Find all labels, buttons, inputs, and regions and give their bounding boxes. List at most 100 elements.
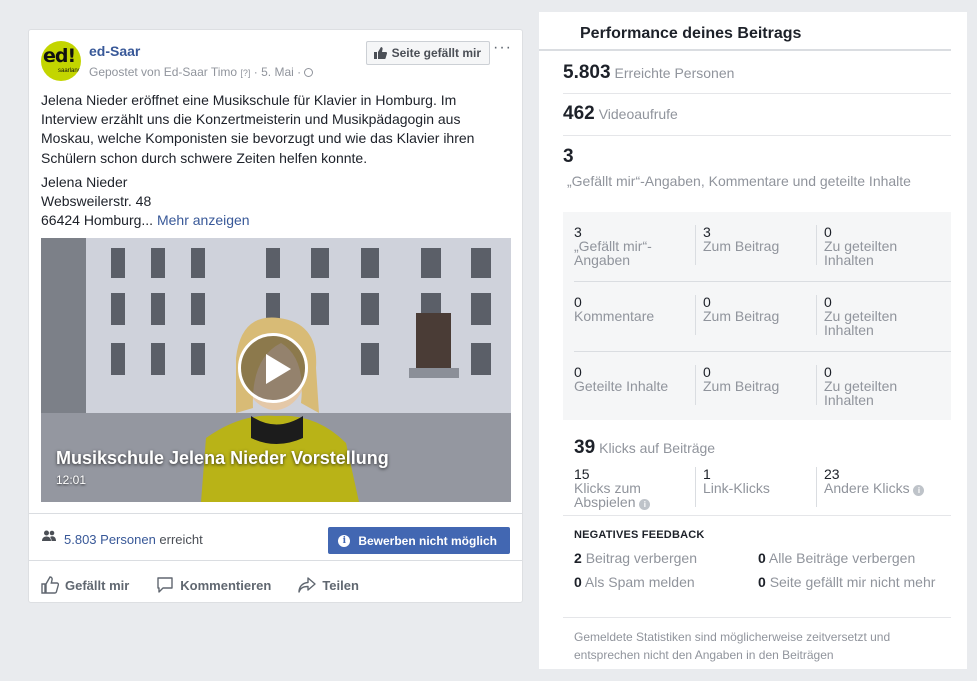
clicks-play: 15 Klicks zum Abspielen i (574, 467, 695, 510)
posted-by: Gepostet von Ed-Saar Timo (89, 65, 238, 79)
cell-value: 0 (703, 294, 711, 310)
post-date[interactable]: · 5. Mai · (254, 65, 301, 79)
negative-feedback-grid: 2 Beitrag verbergen 0 Alle Beiträge verb… (574, 550, 951, 591)
post-body: Jelena Nieder eröffnet eine Musikschule … (41, 92, 475, 166)
cell-label: Zu geteilten Inhalten (824, 378, 898, 408)
cell-value: 0 (703, 364, 711, 380)
thumbs-up-icon (373, 47, 387, 59)
hide-post-value: 2 (574, 550, 582, 566)
post-text: Jelena Nieder eröffnet eine Musikschule … (41, 91, 511, 230)
help-icon[interactable]: i (913, 485, 925, 496)
thumbs-up-outline-icon (41, 576, 59, 594)
reach-row: 5.803 Personen erreicht i Bewerben nicht… (29, 513, 522, 561)
cell-value: 3 (574, 224, 582, 240)
reached-label: Erreichte Personen (614, 65, 735, 81)
reached-value: 5.803 (563, 62, 611, 83)
breakdown-cell: 0 Kommentare (574, 282, 695, 351)
unlike-label: Seite gefällt mir nicht mehr (769, 574, 936, 590)
unlike-stat: 0 Seite gefällt mir nicht mehr (758, 574, 938, 591)
hide-post-stat: 2 Beitrag verbergen (574, 550, 758, 567)
reach-count-link[interactable]: 5.803 Personen (64, 532, 156, 547)
cell-value: 0 (574, 294, 582, 310)
breakdown-cell: 0 Zum Beitrag (695, 295, 816, 335)
post-clicks: 39 Klicks auf Beiträge 15 Klicks zum Abspi… (563, 420, 951, 516)
hide-all-label: Alle Beiträge verbergen (768, 550, 916, 566)
cell-label: Zum Beitrag (703, 238, 780, 254)
views-label: Videoaufrufe (598, 106, 678, 122)
footnote: Gemeldete Statistiken sind möglicherweis… (574, 630, 891, 662)
performance-panel: Performance deines Beitrags 5.803 Erreich… (539, 12, 967, 669)
clicks-other: 23 Andere Klicks i (816, 467, 937, 507)
reach-suffix: erreicht (159, 532, 203, 547)
help-icon[interactable]: i (639, 499, 651, 510)
cell-label: Geteilte Inhalte (574, 378, 669, 394)
clicks-link: 1 Link-Klicks (695, 467, 816, 507)
video-title: Musikschule Jelena Nieder Vorstellung (56, 448, 389, 468)
boost-label: Bewerben nicht möglich (358, 533, 497, 548)
video-player[interactable]: Musikschule Jelena Nieder Vorstellung 12… (41, 238, 511, 502)
share-label: Teilen (322, 577, 359, 593)
breakdown-row-comments: 0 Kommentare 0 Zum Beitrag 0 Zu geteilten I… (574, 282, 951, 352)
cell-value: 0 (824, 364, 832, 380)
share-button[interactable]: Teilen (298, 570, 359, 600)
reach-text: 5.803 Personen erreicht (64, 532, 203, 547)
hide-post-label: Beitrag verbergen (585, 550, 697, 566)
breakdown-cell: 0 Geteilte Inhalte (574, 352, 695, 422)
address-line-2: Websweilerstr. 48 (41, 192, 152, 209)
globe-icon (304, 68, 314, 77)
cell-value: 0 (824, 294, 832, 310)
address-text: 66424 Homburg... (41, 211, 154, 228)
views-value: 462 (563, 103, 595, 124)
cell-value: 3 (703, 224, 711, 240)
play-clicks-label: Klicks zum Abspielen (574, 480, 641, 510)
breakdown-cell: 0 Zu geteilten Inhalten (816, 224, 937, 267)
address-line-3: 66424 Homburg... Mehr anzeigen (41, 211, 511, 230)
play-button[interactable] (238, 333, 308, 403)
avatar-logo-text: ed! (43, 45, 76, 67)
see-more-link[interactable]: Mehr anzeigen (157, 212, 250, 228)
like-button[interactable]: Gefällt mir (41, 570, 129, 600)
metric-reached: 5.803 Erreichte Personen (563, 51, 951, 94)
clicks-breakdown: 15 Klicks zum Abspielen i 1 Link-Klicks 23… (574, 467, 951, 510)
page-avatar[interactable]: ed! saarland (41, 41, 81, 81)
help-mark[interactable]: [?] (240, 68, 250, 78)
people-icon (42, 530, 56, 541)
clicks-value: 39 (574, 437, 596, 458)
other-clicks-label: Andere Klicks (824, 480, 910, 496)
hide-all-value: 0 (758, 550, 766, 566)
cell-value: 0 (824, 224, 832, 240)
link-clicks-value: 1 (703, 466, 711, 482)
breakdown-row-shares: 0 Geteilte Inhalte 0 Zum Beitrag 0 Zu getei… (574, 352, 951, 422)
post-actions: Gefällt mir Kommentieren Teilen (41, 570, 359, 600)
cell-label: Zum Beitrag (703, 308, 780, 324)
post-card: ed! saarland ed-Saar Gepostet von Ed-Saa… (28, 29, 523, 603)
page-name-link[interactable]: ed-Saar (89, 43, 140, 59)
more-options-icon[interactable]: ··· (493, 39, 512, 57)
comment-label: Kommentieren (180, 577, 272, 593)
other-clicks-value: 23 (824, 466, 840, 482)
cell-label: „Gefällt mir“-Angaben (574, 238, 652, 268)
avatar-logo-sub: saarland (58, 68, 81, 74)
play-clicks-value: 15 (574, 466, 590, 482)
post-header: ed! saarland ed-Saar Gepostet von Ed-Saa… (41, 39, 512, 85)
breakdown-cell: 3 Zum Beitrag (695, 225, 816, 265)
like-page-button[interactable]: Seite gefällt mir (365, 41, 490, 65)
spam-stat: 0 Als Spam melden (574, 574, 758, 591)
breakdown-row-likes: 3 „Gefällt mir“-Angaben 3 Zum Beitrag 0 Zu … (574, 212, 951, 282)
boost-button[interactable]: i Bewerben nicht möglich (328, 527, 510, 554)
negative-feedback-heading: NEGATIVES FEEDBACK (574, 529, 705, 541)
engagement-breakdown: 3 „Gefällt mir“-Angaben 3 Zum Beitrag 0 Zu … (563, 212, 951, 420)
metric-views: 462 Videoaufrufe (563, 94, 951, 136)
cell-label: Zum Beitrag (703, 378, 780, 394)
comment-button[interactable]: Kommentieren (156, 570, 271, 600)
address-line-1: Jelena Nieder (41, 173, 128, 190)
breakdown-cell: 3 „Gefällt mir“-Angaben (574, 212, 695, 281)
comment-icon (157, 577, 173, 593)
share-icon (298, 577, 317, 593)
performance-title: Performance deines Beitrags (539, 12, 951, 51)
like-label: Gefällt mir (65, 577, 130, 593)
cell-value: 0 (574, 364, 582, 380)
clicks-label: Klicks auf Beiträge (599, 440, 716, 456)
breakdown-cell: 0 Zum Beitrag (695, 365, 816, 405)
video-duration: 12:01 (56, 473, 87, 487)
